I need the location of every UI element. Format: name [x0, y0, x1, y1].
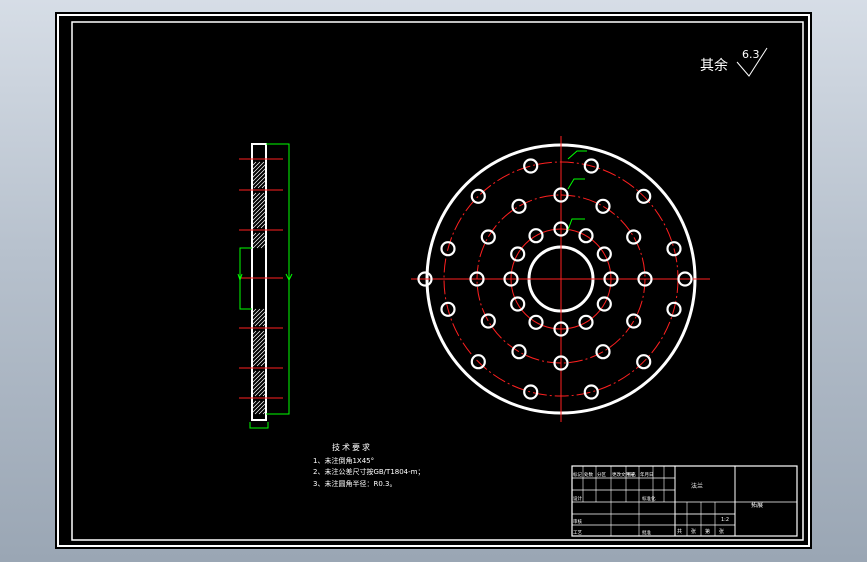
title-block-cell: 处数 — [584, 471, 593, 478]
hatch-line — [258, 388, 267, 397]
bolt-hole — [626, 229, 642, 245]
drawing-sheet: 其余 6.3 技术要求 1、未注倒角1X45° 2、未注公差尺寸按GB/T180… — [55, 12, 812, 549]
title-block-cell: 标准化 — [642, 495, 656, 502]
bolt-hole — [523, 384, 539, 400]
hatch-line — [251, 310, 267, 326]
hatch-line — [251, 336, 267, 352]
hatch-line — [251, 376, 267, 392]
hatch-line — [252, 234, 267, 249]
hatch-line — [258, 406, 267, 415]
hatch-line — [257, 179, 267, 189]
title-block-cell: 设计 — [573, 495, 582, 502]
hatch-line — [258, 318, 267, 327]
hatch-line — [251, 210, 267, 226]
hatch-line — [251, 202, 267, 218]
scale-value: 1:2 — [721, 517, 729, 523]
title-block-cell: 签名 — [627, 471, 636, 478]
hatch-line — [251, 370, 261, 380]
title-block-cell: 年月日 — [640, 471, 654, 478]
hatch-line — [251, 344, 267, 360]
hatch-line — [251, 161, 261, 171]
hatch-line — [251, 332, 267, 348]
hatch-line — [251, 171, 267, 187]
roughness-value: 6.3 — [742, 48, 760, 61]
title-block-cell: 批准 — [642, 529, 651, 536]
hatch-line — [251, 206, 267, 222]
hatch-line — [251, 163, 267, 179]
bolt-hole — [480, 229, 496, 245]
hatch-line — [251, 167, 267, 183]
part-label: 法兰 — [691, 482, 703, 490]
hatch-line — [251, 308, 261, 318]
bolt-hole — [511, 198, 527, 214]
roughness-symbol: 其余 6.3 — [700, 47, 768, 77]
note-2: 2、未注公差尺寸按GB/T1804-m； — [313, 467, 424, 476]
hatch-line — [256, 238, 267, 249]
hatch-line — [251, 372, 267, 388]
hatch-line — [251, 192, 261, 202]
technical-notes: 技术要求 1、未注倒角1X45° 2、未注公差尺寸按GB/T1804-m； 3、… — [313, 442, 424, 488]
flange-side-view — [237, 143, 293, 429]
footer-3: 张 — [719, 528, 724, 535]
hatch-line — [256, 218, 267, 229]
hatch-line — [251, 198, 267, 214]
bolt-hole — [583, 384, 599, 400]
hatch-line — [251, 194, 267, 210]
footer-2: 第 — [705, 528, 710, 535]
bolt-hole — [480, 313, 496, 329]
hatch-line — [252, 214, 267, 229]
title-block-cell: 工艺 — [573, 530, 582, 536]
hatch-line — [251, 380, 267, 396]
cad-drawing: 其余 6.3 技术要求 1、未注倒角1X45° 2、未注公差尺寸按GB/T180… — [57, 14, 810, 547]
hatch-line — [251, 232, 261, 242]
flange-front-view — [411, 136, 710, 422]
bolt-hole — [511, 344, 527, 360]
note-1: 1、未注倒角1X45° — [313, 456, 374, 465]
footer-0: 共 — [677, 528, 682, 535]
title-block-cell: 标记 — [573, 471, 582, 478]
company-label: 拓展 — [751, 501, 763, 509]
hatch-line — [252, 352, 267, 367]
bolt-hole — [626, 313, 642, 329]
inner-frame — [71, 21, 804, 541]
bolt-hole — [595, 198, 611, 214]
roughness-prefix: 其余 — [700, 57, 728, 74]
title-block-cell: 审核 — [573, 518, 582, 525]
side-view-outline — [251, 143, 267, 421]
bolt-hole — [595, 344, 611, 360]
bolt-hole — [470, 188, 486, 204]
hatch-line — [256, 356, 267, 367]
hatch-line — [251, 400, 261, 410]
note-3: 3、未注圆角半径：R0.3。 — [313, 479, 396, 488]
section-hatching — [251, 161, 267, 415]
bolt-hole — [523, 158, 539, 174]
hatch-line — [251, 330, 261, 340]
hatch-line — [251, 340, 267, 356]
hatch-line — [251, 348, 267, 364]
title-block-cell: 分区 — [597, 471, 606, 478]
notes-title: 技术要求 — [332, 442, 372, 452]
footer-1: 张 — [691, 528, 696, 535]
